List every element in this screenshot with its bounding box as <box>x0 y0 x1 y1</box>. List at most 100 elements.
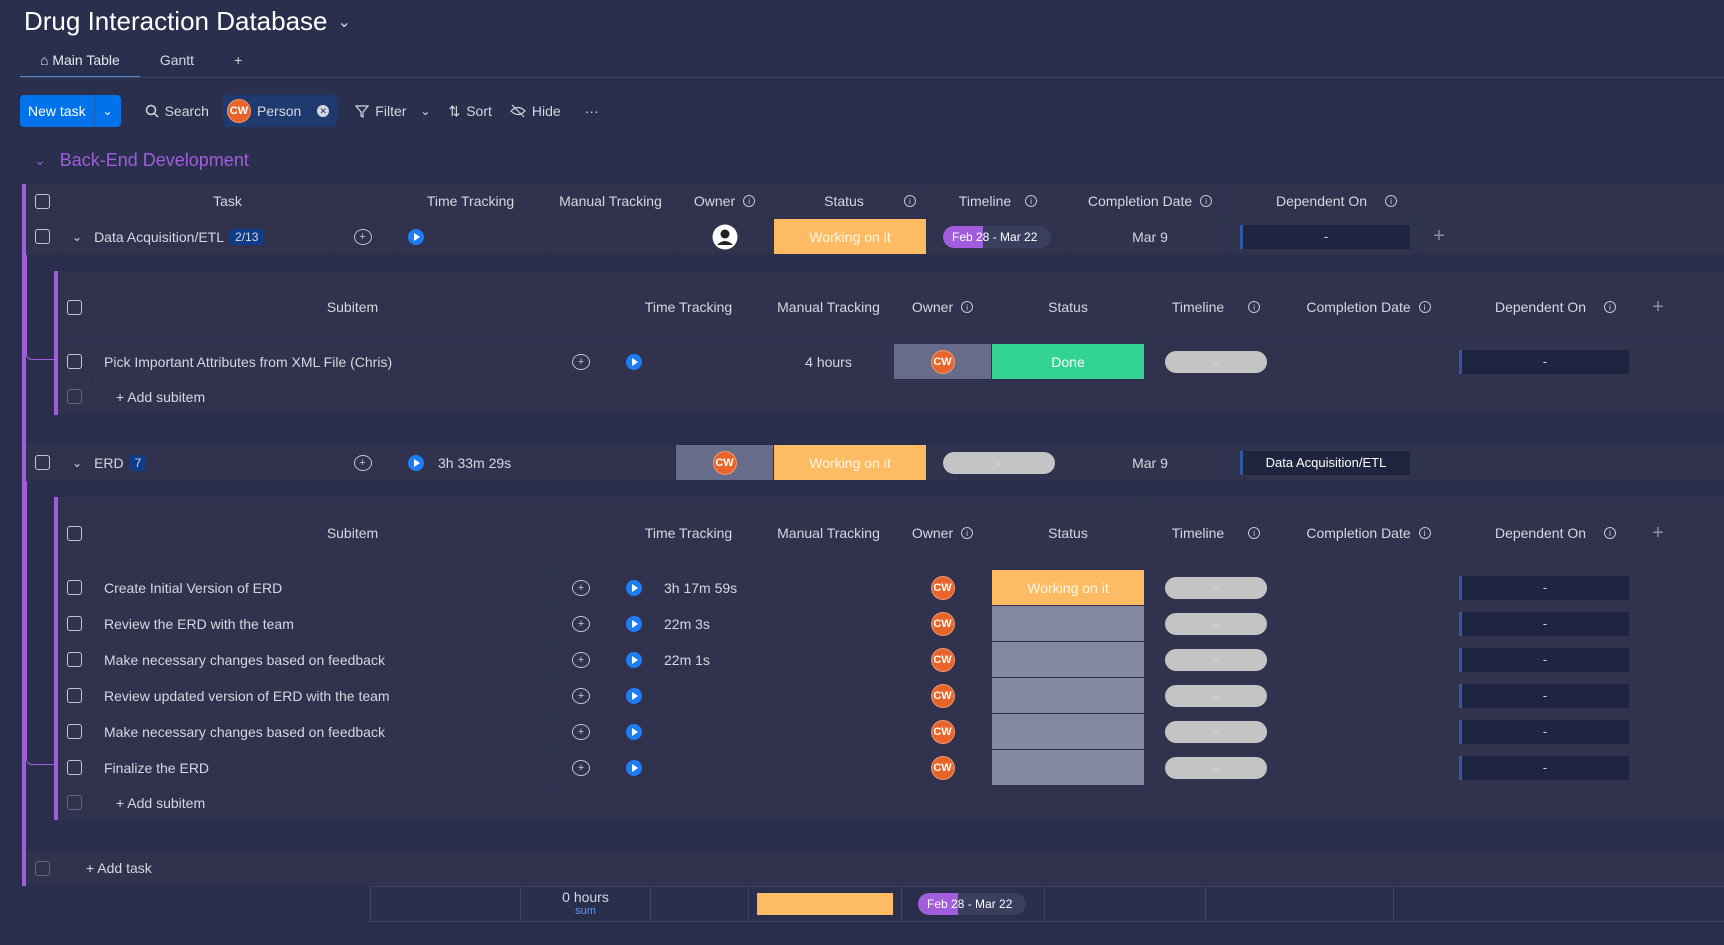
subitem-name[interactable]: Create Initial Version of ERD <box>104 580 282 596</box>
completion-date-cell[interactable]: Mar 9 <box>1070 445 1231 480</box>
status-cell[interactable]: Working on it <box>774 445 927 480</box>
tab-gantt[interactable]: Gantt <box>140 48 214 78</box>
timeline-cell[interactable]: - <box>927 445 1070 480</box>
subitem-name-cell[interactable]: Pick Important Attributes from XML File … <box>92 344 549 379</box>
task-name[interactable]: Data Acquisition/ETL <box>94 229 224 245</box>
column-header-manual-tracking[interactable]: Manual Tracking <box>764 497 894 569</box>
column-header-timeline[interactable]: Timeline i <box>927 184 1070 218</box>
row-checkbox[interactable] <box>67 616 82 631</box>
subitem-name[interactable]: Review updated version of ERD with the t… <box>104 688 390 704</box>
owner-cell[interactable]: CW <box>894 714 992 749</box>
subitem-name-cell[interactable]: Review updated version of ERD with the t… <box>92 678 549 713</box>
timeline-cell[interactable]: - <box>1145 642 1288 677</box>
completion-date-cell[interactable] <box>1288 678 1450 713</box>
column-header-owner[interactable]: Owner i <box>894 271 992 343</box>
subitem-row[interactable]: Review the ERD with the team + 22m 3s CW… <box>58 606 1724 642</box>
add-task-row[interactable]: + Add task <box>26 851 1724 886</box>
column-header-completion-date[interactable]: Completion Date i <box>1288 271 1450 343</box>
column-header-owner[interactable]: Owner i <box>894 497 992 569</box>
play-icon[interactable] <box>408 228 424 245</box>
timeline-pill[interactable]: - <box>943 451 1055 474</box>
time-tracking-cell[interactable]: 3h 33m 29s <box>396 445 546 480</box>
column-header-status[interactable]: Status <box>992 271 1145 343</box>
chevron-down-icon[interactable]: ⌄ <box>72 230 82 244</box>
subitem-name[interactable]: Make necessary changes based on feedback <box>104 652 385 668</box>
add-update-icon[interactable]: + <box>353 228 372 245</box>
subitem-row[interactable]: Pick Important Attributes from XML File … <box>58 344 1724 380</box>
column-header-timeline[interactable]: Timeline i <box>1145 497 1288 569</box>
timeline-pill[interactable]: - <box>1165 648 1267 671</box>
time-tracking-cell[interactable] <box>614 678 764 713</box>
timeline-pill[interactable]: - <box>1165 350 1267 373</box>
dependency-value[interactable]: - <box>1458 683 1629 708</box>
dependent-on-cell[interactable]: - <box>1450 570 1638 605</box>
row-checkbox[interactable] <box>35 455 50 470</box>
group-title[interactable]: Back-End Development <box>60 150 249 171</box>
dependency-value[interactable]: - <box>1458 611 1629 636</box>
add-task-button[interactable]: + Add task <box>60 851 660 885</box>
manual-tracking-cell[interactable] <box>764 570 894 605</box>
summary-status[interactable] <box>749 887 902 921</box>
column-header-subitem[interactable]: Subitem <box>92 497 614 569</box>
timeline-cell[interactable]: - <box>1145 344 1288 379</box>
subitem-name[interactable]: Pick Important Attributes from XML File … <box>104 354 392 370</box>
status-cell[interactable] <box>992 678 1145 713</box>
info-icon[interactable]: i <box>903 195 916 207</box>
task-name-cell[interactable]: ⌄ ERD 7 <box>60 445 330 480</box>
status-cell[interactable]: Working on it <box>992 570 1145 605</box>
row-checkbox[interactable] <box>35 229 50 244</box>
timeline-pill[interactable]: Feb 28 - Mar 22 <box>943 225 1051 248</box>
play-icon[interactable] <box>408 454 424 471</box>
info-icon[interactable]: i <box>1025 195 1038 207</box>
timeline-cell[interactable]: Feb 28 - Mar 22 <box>927 219 1070 254</box>
dependent-on-cell[interactable]: - <box>1231 219 1419 254</box>
subitem-name-cell[interactable]: Make necessary changes based on feedback <box>92 642 549 677</box>
chevron-down-icon[interactable]: ⌄ <box>420 104 430 118</box>
add-update-icon[interactable]: + <box>572 759 590 776</box>
avatar[interactable]: CW <box>712 450 737 475</box>
subitem-name[interactable]: Finalize the ERD <box>104 760 209 776</box>
subitem-count-badge[interactable]: 7 <box>129 454 147 471</box>
more-options-button[interactable]: ··· <box>585 103 599 119</box>
time-tracking-cell[interactable] <box>614 750 764 785</box>
updates-cell[interactable]: + <box>549 344 614 379</box>
dependency-value[interactable]: - <box>1239 224 1410 249</box>
owner-cell[interactable] <box>676 219 774 254</box>
summary-timeline[interactable]: Feb 28 - Mar 22 <box>902 887 1045 921</box>
dependent-on-cell[interactable]: - <box>1450 678 1638 713</box>
column-header-status[interactable]: Status <box>992 497 1145 569</box>
updates-cell[interactable]: + <box>330 445 396 480</box>
subitem-count-badge[interactable]: 2/13 <box>230 228 264 245</box>
timeline-cell[interactable]: - <box>1145 570 1288 605</box>
avatar[interactable]: CW <box>930 349 955 374</box>
time-tracking-cell[interactable]: 22m 3s <box>614 606 764 641</box>
owner-cell[interactable]: CW <box>894 642 992 677</box>
completion-date-cell[interactable] <box>1288 642 1450 677</box>
add-column-button[interactable]: + <box>1419 219 1459 254</box>
select-all-checkbox[interactable] <box>67 299 82 315</box>
updates-cell[interactable]: + <box>549 642 614 677</box>
subitem-name-cell[interactable]: Create Initial Version of ERD <box>92 570 549 605</box>
avatar[interactable]: CW <box>930 719 955 744</box>
completion-date-cell[interactable] <box>1288 750 1450 785</box>
status-cell[interactable] <box>992 606 1145 641</box>
column-header-task[interactable]: Task <box>60 184 396 218</box>
status-cell[interactable]: Done <box>992 344 1145 379</box>
timeline-pill[interactable]: - <box>1165 720 1267 743</box>
hide-button[interactable]: Hide <box>510 103 561 119</box>
timeline-cell[interactable]: - <box>1145 606 1288 641</box>
search-button[interactable]: Search <box>145 103 209 119</box>
avatar[interactable]: CW <box>930 647 955 672</box>
time-tracking-cell[interactable] <box>614 714 764 749</box>
manual-tracking-cell[interactable] <box>764 606 894 641</box>
manual-tracking-cell[interactable] <box>546 445 676 480</box>
add-update-icon[interactable]: + <box>572 579 590 596</box>
sort-button[interactable]: ⇅ Sort <box>448 103 491 120</box>
subitem-row[interactable]: Make necessary changes based on feedback… <box>58 714 1724 750</box>
subitem-name-cell[interactable]: Review the ERD with the team <box>92 606 549 641</box>
owner-cell[interactable]: CW <box>894 678 992 713</box>
dependent-on-cell[interactable]: - <box>1450 344 1638 379</box>
add-view-button[interactable]: + <box>214 48 262 78</box>
add-update-icon[interactable]: + <box>572 723 590 740</box>
dependent-on-cell[interactable]: - <box>1450 750 1638 785</box>
